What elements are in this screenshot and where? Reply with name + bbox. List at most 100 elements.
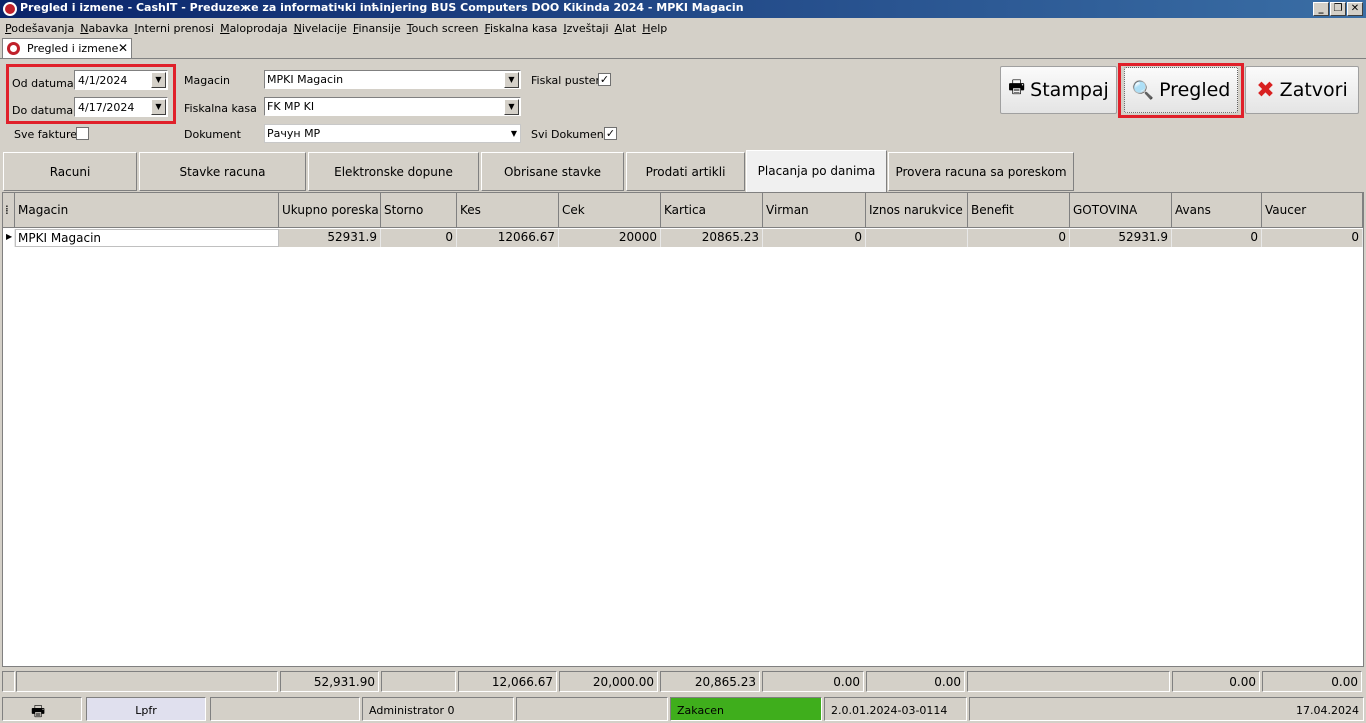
fiskal-pusten-checkbox[interactable]: ✓ (598, 73, 611, 86)
status-date: 17.04.2024 (969, 697, 1364, 721)
cell-cek[interactable]: 20000 (559, 229, 661, 247)
dokument-value: Рачун МР (267, 127, 321, 140)
menu-alat[interactable]: Alat (614, 19, 642, 38)
cell-virman[interactable]: 0 (763, 229, 866, 247)
cell-gotovina[interactable]: 52931.9 (1070, 229, 1172, 247)
zatvori-label: Zatvori (1279, 79, 1348, 101)
row-pointer-icon: ▶ (3, 229, 15, 247)
close-icon: ✖ (1256, 77, 1275, 103)
total-vaucer: 0.00 (1262, 671, 1362, 692)
menu-touch-screen[interactable]: Touch screen (406, 19, 484, 38)
svi-dokumenti-label: Svi Dokumenti (531, 128, 612, 141)
magacin-value: MPKI Magacin (267, 73, 344, 86)
tab-provera-racuna[interactable]: Provera racuna sa poreskom (888, 152, 1074, 191)
col-kartica[interactable]: Kartica (661, 193, 763, 228)
highlight-box (1118, 63, 1244, 118)
menu-maloprodaja[interactable]: Maloprodaja (219, 19, 293, 38)
app-logo-icon (3, 2, 17, 16)
status-connection: Zakacen (670, 697, 822, 721)
divider (0, 58, 1366, 59)
tab-prodati-artikli[interactable]: Prodati artikli (626, 152, 745, 191)
fiskal-pusten-label: Fiskal pusten (531, 74, 603, 87)
status-user: Administrator 0 (362, 697, 514, 721)
dokument-select[interactable]: Рачун МР ▼ (264, 124, 521, 143)
menu-izvestaji[interactable]: Izveštaji (562, 19, 613, 38)
magacin-label: Magacin (184, 74, 231, 87)
chevron-down-icon[interactable]: ▼ (504, 72, 519, 88)
total-ukupno-poreska: 52,931.90 (280, 671, 379, 692)
highlight-box (6, 64, 176, 124)
total-kes: 12,066.67 (458, 671, 557, 692)
menu-fiskalna-kasa[interactable]: Fiskalna kasa (483, 19, 562, 38)
menu-bar: Podešavanja Nabavka Interni prenosi Malo… (0, 19, 1366, 38)
menu-nabavka[interactable]: Nabavka (79, 19, 133, 38)
col-gotovina[interactable]: GOTOVINA (1070, 193, 1172, 228)
document-tab[interactable]: Pregled i izmene ✕ (2, 38, 132, 58)
menu-help[interactable]: Help (641, 19, 672, 38)
total-magacin (16, 671, 278, 692)
total-storno (381, 671, 456, 692)
data-grid: ⁞ Magacin Ukupno poreska Storno Kes Cek … (2, 192, 1364, 667)
col-cek[interactable]: Cek (559, 193, 661, 228)
total-iznos-narukvice: 0.00 (866, 671, 965, 692)
magacin-select[interactable]: MPKI Magacin ▼ (264, 70, 521, 89)
row-selector-header[interactable]: ⁞ (3, 193, 15, 228)
stampaj-label: Stampaj (1030, 79, 1109, 101)
col-avans[interactable]: Avans (1172, 193, 1262, 228)
close-icon[interactable]: ✕ (118, 41, 128, 55)
close-window-button[interactable]: ✕ (1347, 2, 1363, 16)
status-empty-2 (516, 697, 668, 721)
stampaj-button[interactable]: 🖶 Stampaj (1000, 66, 1117, 114)
cell-iznos-narukvice[interactable] (866, 229, 968, 247)
menu-podesavanja[interactable]: Podešavanja (4, 19, 79, 38)
document-tab-label: Pregled i izmene (27, 42, 119, 55)
status-empty-1 (210, 697, 360, 721)
total-virman: 0.00 (762, 671, 864, 692)
restore-button[interactable]: ❐ (1330, 2, 1346, 16)
col-virman[interactable]: Virman (763, 193, 866, 228)
col-kes[interactable]: Kes (457, 193, 559, 228)
chevron-down-icon: ▼ (510, 129, 517, 138)
tab-obrisane-stavke[interactable]: Obrisane stavke (481, 152, 624, 191)
cell-magacin[interactable]: MPKI Magacin (15, 229, 279, 247)
col-benefit[interactable]: Benefit (968, 193, 1070, 228)
status-version: 2.0.01.2024-03-0114 (824, 697, 967, 721)
col-ukupno-poreska[interactable]: Ukupno poreska (279, 193, 381, 228)
menu-interni-prenosi[interactable]: Interni prenosi (133, 19, 219, 38)
total-avans: 0.00 (1172, 671, 1260, 692)
lpfr-button[interactable]: Lpfr (86, 697, 206, 721)
menu-finansije[interactable]: Finansije (352, 19, 406, 38)
fiskalna-kasa-label: Fiskalna kasa (184, 102, 257, 115)
chevron-down-icon[interactable]: ▼ (504, 99, 519, 115)
cell-kes[interactable]: 12066.67 (457, 229, 559, 247)
cell-kartica[interactable]: 20865.23 (661, 229, 763, 247)
total-selector (2, 671, 15, 692)
cell-avans[interactable]: 0 (1172, 229, 1262, 247)
cell-storno[interactable]: 0 (381, 229, 457, 247)
window-title: Pregled i izmene - CashIT - Preduzeжe za… (20, 1, 744, 14)
col-iznos-narukvice[interactable]: Iznos narukvice (866, 193, 968, 228)
tab-elektronske-dopune[interactable]: Elektronske dopune (308, 152, 479, 191)
zatvori-button[interactable]: ✖ Zatvori (1245, 66, 1359, 114)
minimize-button[interactable]: _ (1313, 2, 1329, 16)
cell-vaucer[interactable]: 0 (1262, 229, 1363, 247)
cell-benefit[interactable]: 0 (968, 229, 1070, 247)
col-magacin[interactable]: Magacin (15, 193, 279, 228)
sve-fakture-checkbox[interactable] (76, 127, 89, 140)
col-storno[interactable]: Storno (381, 193, 457, 228)
total-cek: 20,000.00 (559, 671, 658, 692)
tab-stavke-racuna[interactable]: Stavke racuna (139, 152, 306, 191)
tab-racuni[interactable]: Racuni (3, 152, 137, 191)
fiskalna-kasa-select[interactable]: FK MP KI ▼ (264, 97, 521, 116)
app-logo-icon (7, 42, 20, 55)
total-kartica: 20,865.23 (660, 671, 760, 692)
cell-ukupno-poreska[interactable]: 52931.9 (279, 229, 381, 247)
col-vaucer[interactable]: Vaucer (1262, 193, 1363, 228)
fiskalna-kasa-value: FK MP KI (267, 100, 315, 113)
printer-icon: 🖶 (1008, 77, 1026, 98)
svi-dokumenti-checkbox[interactable]: ✓ (604, 127, 617, 140)
tab-placanja-po-danima[interactable]: Placanja po danima (746, 150, 887, 192)
menu-nivelacije[interactable]: Nivelacije (293, 19, 352, 38)
title-bar: Pregled i izmene - CashIT - Preduzeжe za… (0, 0, 1366, 18)
printer-status-icon[interactable]: 🖶 (2, 697, 82, 721)
